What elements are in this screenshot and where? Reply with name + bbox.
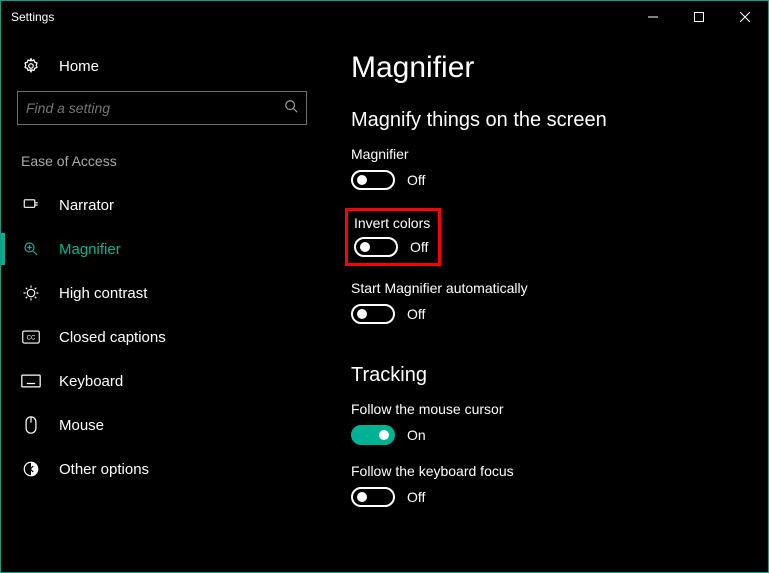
sidebar-item-label: Other options	[59, 461, 149, 478]
high-contrast-icon	[21, 284, 41, 302]
sidebar-item-closed-captions[interactable]: CC Closed captions	[17, 315, 321, 359]
setting-label: Follow the mouse cursor	[351, 401, 748, 417]
invert-colors-toggle[interactable]	[354, 237, 398, 257]
category-label: Ease of Access	[17, 153, 321, 169]
follow-keyboard-toggle[interactable]	[351, 487, 395, 507]
section-title-magnify: Magnify things on the screen	[351, 109, 748, 132]
search-box[interactable]	[17, 91, 307, 125]
magnifier-icon	[21, 240, 41, 258]
toggle-row: Off	[351, 304, 748, 324]
search-input[interactable]	[26, 100, 284, 116]
titlebar: Settings	[1, 1, 768, 33]
follow-mouse-toggle[interactable]	[351, 425, 395, 445]
sidebar-item-label: Closed captions	[59, 329, 166, 346]
gear-icon	[21, 57, 41, 75]
section-title-tracking: Tracking	[351, 364, 748, 387]
highlight-invert-colors: Invert colors Off	[345, 208, 441, 266]
setting-follow-mouse: Follow the mouse cursor On	[351, 401, 748, 445]
setting-label: Start Magnifier automatically	[351, 280, 748, 296]
closed-captions-icon: CC	[21, 330, 41, 344]
setting-label: Magnifier	[351, 146, 748, 162]
home-button[interactable]: Home	[17, 49, 321, 91]
search-icon	[284, 99, 298, 118]
content: Home Ease of Access Narrator Magnifier	[1, 33, 768, 572]
svg-text:CC: CC	[27, 336, 36, 342]
auto-start-toggle[interactable]	[351, 304, 395, 324]
page-title: Magnifier	[351, 51, 748, 85]
sidebar-item-high-contrast[interactable]: High contrast	[17, 271, 321, 315]
toggle-state: Off	[407, 489, 425, 505]
toggle-state: Off	[407, 306, 425, 322]
keyboard-icon	[21, 374, 41, 388]
setting-label: Invert colors	[354, 215, 430, 231]
setting-label: Follow the keyboard focus	[351, 463, 748, 479]
setting-magnifier: Magnifier Off	[351, 146, 748, 190]
sidebar-item-magnifier[interactable]: Magnifier	[17, 227, 321, 271]
setting-auto-start: Start Magnifier automatically Off	[351, 280, 748, 324]
setting-follow-keyboard: Follow the keyboard focus Off	[351, 463, 748, 507]
toggle-row: Off	[351, 170, 748, 190]
toggle-row: On	[351, 425, 748, 445]
home-label: Home	[59, 58, 99, 75]
main-panel: Magnifier Magnify things on the screen M…	[321, 33, 768, 572]
magnifier-toggle[interactable]	[351, 170, 395, 190]
toggle-state: Off	[407, 172, 425, 188]
narrator-icon	[21, 196, 41, 214]
sidebar-item-label: Keyboard	[59, 373, 123, 390]
sidebar-item-narrator[interactable]: Narrator	[17, 183, 321, 227]
window-title: Settings	[11, 10, 630, 24]
mouse-icon	[21, 416, 41, 434]
toggle-row: Off	[351, 487, 748, 507]
sidebar-item-label: High contrast	[59, 285, 147, 302]
sidebar-item-keyboard[interactable]: Keyboard	[17, 359, 321, 403]
close-button[interactable]	[722, 1, 768, 33]
sidebar-item-other-options[interactable]: Other options	[17, 447, 321, 491]
sidebar-item-mouse[interactable]: Mouse	[17, 403, 321, 447]
toggle-row: Off	[354, 237, 430, 257]
sidebar-item-label: Mouse	[59, 417, 104, 434]
other-options-icon	[21, 460, 41, 478]
minimize-button[interactable]	[630, 1, 676, 33]
maximize-button[interactable]	[676, 1, 722, 33]
sidebar-item-label: Narrator	[59, 197, 114, 214]
toggle-state: Off	[410, 239, 428, 255]
titlebar-controls	[630, 1, 768, 33]
toggle-state: On	[407, 427, 426, 443]
sidebar: Home Ease of Access Narrator Magnifier	[1, 33, 321, 572]
sidebar-item-label: Magnifier	[59, 241, 121, 258]
